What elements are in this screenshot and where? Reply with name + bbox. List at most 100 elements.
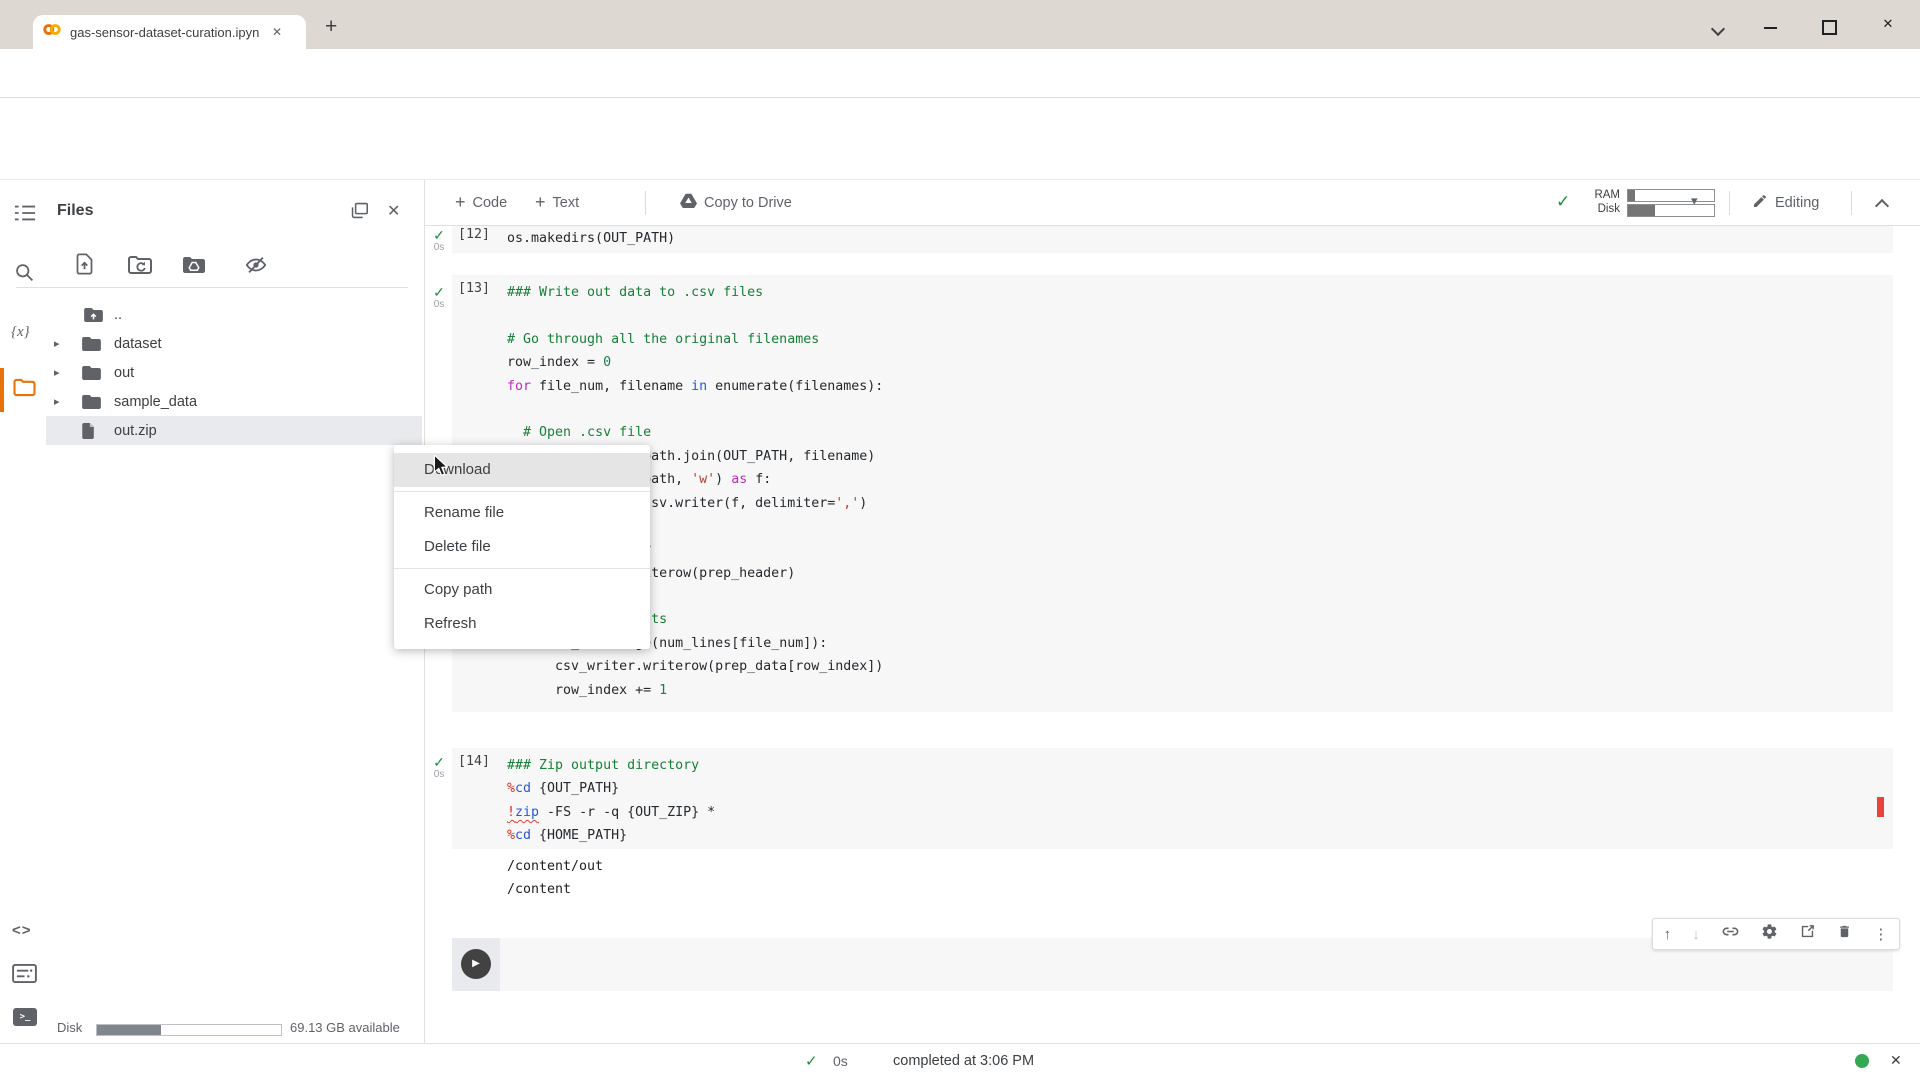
output-line: /content/out xyxy=(507,855,603,878)
expand-caret-icon[interactable]: ▸ xyxy=(54,366,60,379)
browser-address-bar: ← → colab.research.google.com/github/Sha… xyxy=(0,49,1920,98)
execution-count[interactable]: [14] xyxy=(458,754,490,769)
pencil-icon xyxy=(1752,193,1768,213)
status-bar: ✓ 0s completed at 3:06 PM ✕ xyxy=(0,1043,1920,1076)
refresh-folder-icon[interactable] xyxy=(128,255,152,280)
code-line[interactable]: row_index = 0 xyxy=(507,351,883,374)
browser-tab[interactable]: gas-sensor-dataset-curation.ipyn ✕ xyxy=(33,15,306,49)
tab-title: gas-sensor-dataset-curation.ipyn xyxy=(70,25,270,40)
folder-icon xyxy=(82,336,101,355)
browser-tab-strip: gas-sensor-dataset-curation.ipyn ✕ + ✕ xyxy=(0,0,1920,49)
copy-cell-link-icon[interactable] xyxy=(1721,922,1740,946)
file-tree-item-dataset[interactable]: ▸ dataset xyxy=(46,329,422,358)
expand-caret-icon[interactable]: ▸ xyxy=(54,395,60,408)
collapse-toolbar-chevron-icon[interactable] xyxy=(1877,198,1887,216)
menu-separator xyxy=(394,568,650,569)
code-line[interactable]: for file_num, filename in enumerate(file… xyxy=(507,375,883,398)
code-line[interactable]: row_index += 1 xyxy=(507,679,883,702)
delete-cell-trash-icon[interactable] xyxy=(1837,923,1852,945)
code-token: cd xyxy=(515,828,531,843)
code-editor[interactable]: os.makedirs(OUT_PATH) xyxy=(507,227,675,250)
cell-more-options-icon[interactable]: ⋮ xyxy=(1873,925,1888,943)
code-line[interactable] xyxy=(507,398,883,421)
code-line[interactable]: !zip -FS -r -q {OUT_ZIP} * xyxy=(507,801,715,824)
cell-settings-gear-icon[interactable] xyxy=(1761,923,1778,945)
file-name: dataset xyxy=(114,336,162,352)
close-panel-icon[interactable]: ✕ xyxy=(387,201,400,221)
window-minimize-button[interactable] xyxy=(1764,27,1777,29)
code-cell[interactable]: [14]### Zip output directory%cd {OUT_PAT… xyxy=(452,748,1893,849)
copy-to-drive-button[interactable]: Copy to Drive xyxy=(680,180,792,225)
code-cell[interactable]: [12] os.makedirs(OUT_PATH) xyxy=(452,226,1893,253)
code-line[interactable]: %cd {HOME_PATH} xyxy=(507,824,715,847)
hide-hidden-files-icon[interactable] xyxy=(244,254,268,281)
disk-available-text: 69.13 GB available xyxy=(290,1020,400,1035)
mount-drive-icon[interactable] xyxy=(182,255,206,280)
resources-caret-icon[interactable]: ▾ xyxy=(1691,193,1698,209)
popout-panel-icon[interactable] xyxy=(350,202,369,224)
file-tree-item-outzip[interactable]: out.zip xyxy=(46,416,422,445)
resources-labels[interactable]: RAM Disk xyxy=(1580,188,1620,216)
new-tab-button[interactable]: + xyxy=(325,15,337,39)
upload-file-icon[interactable] xyxy=(74,252,95,281)
cell-status-gutter: ✓0s xyxy=(426,228,452,254)
context-menu-item-copy-path[interactable]: Copy path xyxy=(394,573,650,607)
code-line[interactable] xyxy=(507,304,883,327)
expand-caret-icon[interactable]: ▸ xyxy=(54,337,60,350)
code-token: % xyxy=(507,781,515,796)
code-line[interactable]: %cd {OUT_PATH} xyxy=(507,777,715,800)
tab-search-chevron-icon[interactable] xyxy=(1708,22,1728,37)
code-token: ! xyxy=(507,805,515,820)
execution-count[interactable]: [12] xyxy=(458,227,490,242)
file-name: out.zip xyxy=(114,423,157,439)
panel-divider xyxy=(16,287,408,288)
add-text-button[interactable]: +Text xyxy=(535,180,579,225)
mouse-cursor xyxy=(433,455,448,482)
code-cell[interactable]: [13] ### Write out data to .csv files # G… xyxy=(452,275,1893,712)
code-token: {OUT_PATH} xyxy=(531,781,619,796)
code-token: 'w' xyxy=(691,472,715,487)
code-token: cd xyxy=(515,781,531,796)
terminal-icon[interactable]: >_ xyxy=(13,1008,37,1026)
execution-count[interactable]: [13] xyxy=(458,281,490,296)
table-of-contents-icon[interactable] xyxy=(14,204,36,227)
command-palette-icon[interactable] xyxy=(12,964,37,988)
run-cell-button[interactable]: ▶ xyxy=(461,949,491,979)
colab-header: gas-sensor-dataset-curation.ipynb Cannot… xyxy=(0,98,1920,180)
file-tree-item-[interactable]: .. xyxy=(46,300,422,329)
file-name: sample_data xyxy=(114,394,197,410)
status-close-icon[interactable]: ✕ xyxy=(1890,1052,1902,1069)
context-menu-item-rename-file[interactable]: Rename file xyxy=(394,496,650,530)
status-check-icon: ✓ xyxy=(805,1052,818,1070)
tab-close-icon[interactable]: ✕ xyxy=(272,25,282,39)
move-cell-up-icon[interactable]: ↑ xyxy=(1664,926,1672,943)
editing-mode-button[interactable]: Editing xyxy=(1752,180,1819,225)
code-token: 1 xyxy=(659,683,667,698)
code-editor[interactable]: ### Zip output directory%cd {OUT_PATH}!z… xyxy=(507,754,715,848)
code-token: file_num, filename xyxy=(531,379,691,394)
cell-output: /content/out/content xyxy=(507,855,603,902)
code-line[interactable]: os.makedirs(OUT_PATH) xyxy=(507,227,675,250)
search-icon[interactable] xyxy=(14,262,35,288)
runtime-check-icon: ✓ xyxy=(1556,192,1570,212)
drive-icon xyxy=(680,193,697,212)
code-line[interactable]: ### Zip output directory xyxy=(507,754,715,777)
files-rail-icon[interactable] xyxy=(13,378,36,402)
move-cell-down-icon[interactable]: ↓ xyxy=(1692,926,1700,943)
files-sidebar: {x} <> >_ Files ✕ ..▸dataset▸out▸sample_… xyxy=(0,180,425,1043)
code-line[interactable]: ### Write out data to .csv files xyxy=(507,281,883,304)
code-line[interactable]: csv_writer.writerow(prep_data[row_index]… xyxy=(507,655,883,678)
code-snippets-icon[interactable]: <> xyxy=(12,922,32,939)
context-menu-item-refresh[interactable]: Refresh xyxy=(394,607,650,641)
disk-meter xyxy=(1627,204,1715,217)
mirror-cell-icon[interactable] xyxy=(1799,923,1816,945)
file-tree-item-sample_data[interactable]: ▸ sample_data xyxy=(46,387,422,416)
file-tree-item-out[interactable]: ▸out xyxy=(46,358,422,387)
context-menu-item-delete-file[interactable]: Delete file xyxy=(394,530,650,564)
add-code-button[interactable]: +Code xyxy=(455,180,507,225)
code-line[interactable]: # Go through all the original filenames xyxy=(507,328,883,351)
window-maximize-button[interactable] xyxy=(1822,20,1837,35)
variables-icon[interactable]: {x} xyxy=(11,324,30,341)
code-line[interactable]: # Open .csv file xyxy=(507,421,883,444)
window-close-button[interactable]: ✕ xyxy=(1878,16,1898,32)
